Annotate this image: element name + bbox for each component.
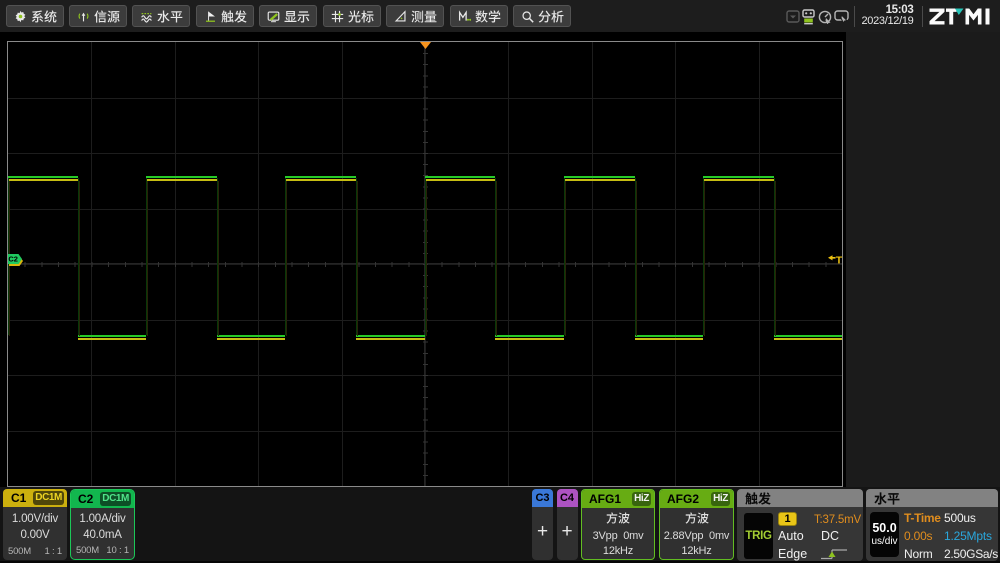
svg-text:T: T [836,255,843,266]
svg-text:C2: C2 [8,254,18,263]
